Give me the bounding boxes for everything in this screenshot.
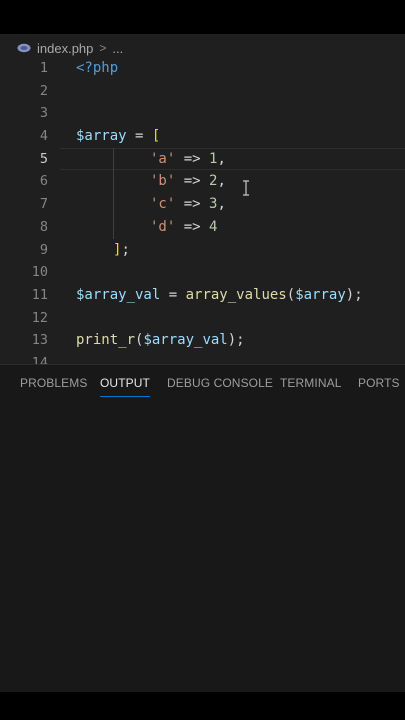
line-number: 5 <box>39 150 48 167</box>
code-line[interactable]: 8 'd' => 4 <box>0 215 405 239</box>
code-text: 'a' => 1, <box>150 148 226 171</box>
line-number: 14 <box>31 354 48 364</box>
text-cursor-icon <box>242 180 250 196</box>
code-line[interactable]: 6 'b' => 2, <box>0 170 405 194</box>
breadcrumb[interactable]: index.php > ... <box>17 39 123 57</box>
tab-terminal[interactable]: TERMINAL <box>280 376 341 390</box>
op-arrow: => <box>175 150 210 167</box>
line-number: 9 <box>39 241 48 258</box>
panel-tabs: PROBLEMS OUTPUT DEBUG CONSOLE TERMINAL P… <box>0 365 405 401</box>
code-line[interactable]: 12 <box>0 307 405 330</box>
line-number: 10 <box>31 264 48 281</box>
comma: , <box>217 173 226 190</box>
line-number: 6 <box>39 173 48 190</box>
indent-guide <box>113 215 114 239</box>
breadcrumb-file[interactable]: index.php <box>37 41 93 56</box>
code-line[interactable]: 10 <box>0 261 405 284</box>
code-line[interactable]: 4 $array = [ <box>0 125 405 148</box>
bracket-open: [ <box>151 128 161 145</box>
var-array: $array <box>295 286 346 303</box>
number-value: 4 <box>209 218 218 235</box>
code-line[interactable]: 13 print_r($array_val); <box>0 329 405 352</box>
string-key: 'b' <box>150 173 176 190</box>
tab-output[interactable]: OUTPUT <box>100 376 150 397</box>
code-line[interactable]: 2 <box>0 80 405 103</box>
semicolon: ; <box>121 241 130 258</box>
comma: , <box>217 196 226 213</box>
tab-debug-console[interactable]: DEBUG CONSOLE <box>167 376 273 390</box>
code-lines[interactable]: 1 <?php 2 3 4 $array = [ 5 'a' => 1, 6 '… <box>0 57 405 364</box>
op-arrow: => <box>175 173 210 190</box>
breadcrumb-more[interactable]: ... <box>112 41 123 56</box>
code-line[interactable]: 14 <box>0 352 405 364</box>
code-line[interactable]: 3 <box>0 102 405 125</box>
code-text: $array_val = array_values($array); <box>76 284 363 307</box>
php-elephant-icon <box>17 43 31 53</box>
line-number: 7 <box>39 196 48 213</box>
line-number: 13 <box>31 332 48 349</box>
op-assign: = <box>126 128 152 145</box>
comma: , <box>217 150 226 167</box>
code-line[interactable]: 7 'c' => 3, <box>0 193 405 216</box>
fn-array-values: array_values <box>185 286 287 303</box>
code-text: 'b' => 2, <box>150 170 226 193</box>
bottom-panel: PROBLEMS OUTPUT DEBUG CONSOLE TERMINAL P… <box>0 365 405 692</box>
bottom-black-bar <box>0 692 405 720</box>
line-number: 4 <box>39 128 48 145</box>
line-number: 8 <box>39 218 48 235</box>
code-text: 'c' => 3, <box>150 193 226 216</box>
string-key: 'a' <box>150 150 176 167</box>
line-number: 2 <box>39 82 48 99</box>
code-text: <?php <box>76 60 119 76</box>
op-arrow: => <box>175 218 210 235</box>
indent-guide <box>113 147 114 171</box>
line-number: 1 <box>39 60 48 76</box>
var-array: $array <box>76 128 127 145</box>
line-number: 11 <box>31 286 48 303</box>
code-line[interactable]: 1 <?php <box>0 57 405 80</box>
code-text: $array = [ <box>76 125 160 148</box>
op-assign: = <box>160 286 186 303</box>
tab-problems[interactable]: PROBLEMS <box>20 376 88 390</box>
code-line[interactable]: 11 $array_val = array_values($array); <box>0 284 405 307</box>
tab-ports[interactable]: PORTS <box>358 376 400 390</box>
code-line-active[interactable]: 5 'a' => 1, <box>0 147 405 171</box>
indent-guide <box>113 170 114 194</box>
paren-open: ( <box>286 286 296 303</box>
fn-print-r: print_r <box>76 332 136 349</box>
op-arrow: => <box>175 196 210 213</box>
indent-guide <box>113 193 114 216</box>
string-key: 'c' <box>150 196 176 213</box>
code-text: print_r($array_val); <box>76 329 245 352</box>
paren-close: ); <box>345 286 363 303</box>
chevron-right-icon: > <box>99 41 107 55</box>
code-text: 'd' => 4 <box>150 216 217 239</box>
top-black-bar <box>0 0 405 34</box>
code-editor[interactable]: index.php > ... 1 <?php 2 3 4 $array = [… <box>0 34 405 364</box>
line-number: 3 <box>39 105 48 122</box>
string-key: 'd' <box>150 218 176 235</box>
var-array-val: $array_val <box>76 286 161 303</box>
code-text: ]; <box>113 239 130 262</box>
code-line[interactable]: 9 ]; <box>0 239 405 262</box>
active-line-highlight <box>60 147 405 171</box>
line-number: 12 <box>31 309 48 326</box>
paren-close: ); <box>227 332 245 349</box>
var-array-val: $array_val <box>143 332 228 349</box>
